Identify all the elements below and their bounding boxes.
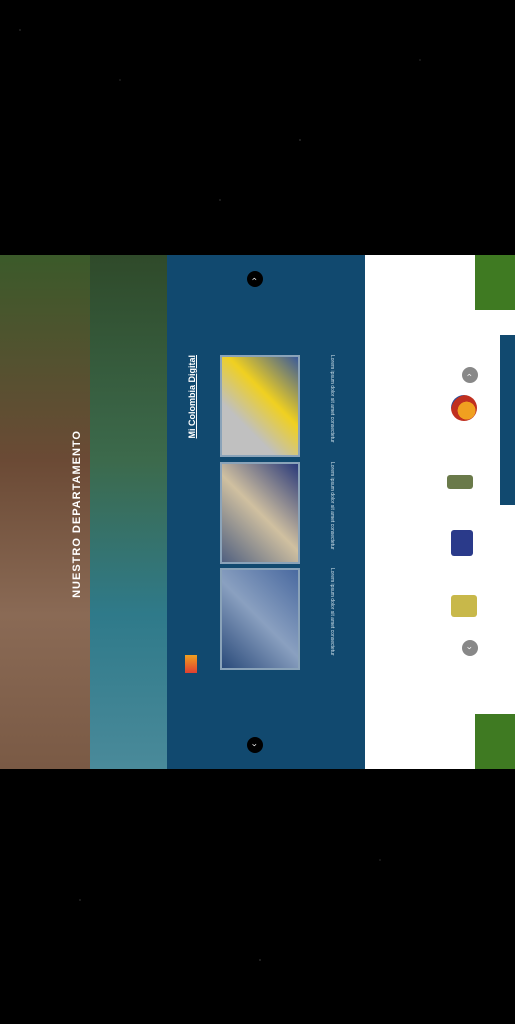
news-card-image[interactable] bbox=[220, 355, 300, 457]
top-band bbox=[475, 255, 515, 769]
carousel-prev-button[interactable]: ‹ bbox=[247, 271, 263, 287]
hero-title: NUESTRO DEPARTAMENTO bbox=[71, 430, 83, 598]
news-card-image[interactable] bbox=[220, 568, 300, 670]
logos-band bbox=[365, 255, 475, 769]
page-frame: ‹ › ‹ › Lorem ipsum dolor sit amet conse… bbox=[0, 255, 515, 769]
hero-photo-coast bbox=[90, 255, 167, 769]
section-logo bbox=[185, 655, 197, 673]
logo-1[interactable] bbox=[451, 395, 477, 421]
logo-3[interactable] bbox=[451, 530, 473, 556]
section-title[interactable]: Mi Colombia Digital bbox=[187, 355, 197, 439]
rotated-page: ‹ › ‹ › Lorem ipsum dolor sit amet conse… bbox=[0, 255, 515, 769]
logo-2[interactable] bbox=[447, 475, 473, 489]
news-card-caption[interactable]: Lorem ipsum dolor sit amet consectetur bbox=[329, 568, 335, 668]
news-card-caption[interactable]: Lorem ipsum dolor sit amet consectetur bbox=[329, 462, 335, 562]
news-card-caption[interactable]: Lorem ipsum dolor sit amet consectetur bbox=[329, 355, 335, 455]
logo-4[interactable] bbox=[451, 595, 477, 617]
green-block-left bbox=[475, 255, 515, 310]
gov-bar[interactable] bbox=[500, 335, 515, 505]
news-card-image[interactable] bbox=[220, 462, 300, 564]
logos-prev-button[interactable]: ‹ bbox=[462, 367, 478, 383]
green-block-right bbox=[475, 714, 515, 769]
logos-next-button[interactable]: › bbox=[462, 640, 478, 656]
carousel-next-button[interactable]: › bbox=[247, 737, 263, 753]
